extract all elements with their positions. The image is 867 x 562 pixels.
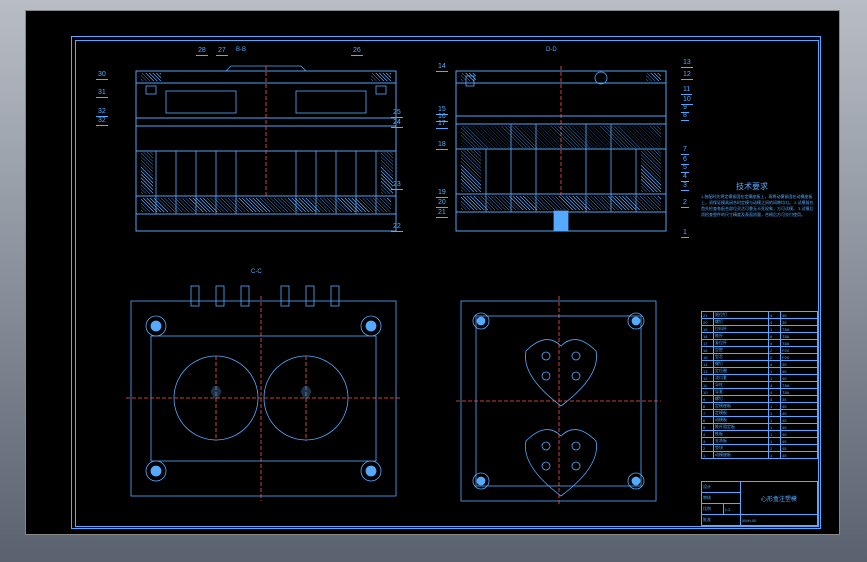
parts-row: 7定模板145	[702, 410, 818, 417]
tb-checker: 审核	[702, 493, 741, 504]
parts-list-table: 21限位钉44520螺钉43519拉料杆1T8A18推杆8T8A17复位杆4T8…	[701, 311, 818, 459]
balloon-27: 27	[216, 47, 228, 56]
balloon-5: 5	[681, 164, 689, 173]
balloon-11: 11	[681, 86, 692, 95]
parts-row: 17复位杆4T8A	[702, 340, 818, 347]
balloon-1: 1	[681, 229, 689, 238]
parts-row: 8定模座板145	[702, 403, 818, 410]
parts-row: 9螺钉435	[702, 396, 818, 403]
tb-drawing-name: 心形盒注塑模	[740, 482, 817, 515]
balloon-28: 28	[196, 47, 208, 56]
view-top-left	[106, 56, 406, 256]
title-block: 设计心形盒注塑模 审核 比例1:2 批准XMH-00	[701, 481, 818, 526]
cad-canvas: B-B	[25, 10, 840, 535]
balloon-21: 21	[436, 209, 448, 218]
inner-border: B-B	[75, 40, 819, 527]
section-label-d: D-D	[546, 47, 557, 53]
parts-row: 21限位钉445	[702, 312, 818, 319]
view-bottom-left	[106, 276, 416, 516]
balloon-17: 17	[436, 120, 448, 129]
balloon-23: 23	[391, 181, 403, 190]
view-bottom-right	[441, 276, 681, 516]
parts-row: 10导套4T8A	[702, 389, 818, 396]
balloon-7: 7	[681, 146, 689, 155]
balloon-20: 20	[436, 199, 448, 208]
parts-row: 18推杆8T8A	[702, 333, 818, 340]
tech-req-text: 1.装配时先将定模紧固在定模座板上，再将动模紧固在动模座板上，须保证模具闭合时定…	[701, 194, 816, 218]
balloon-12: 12	[681, 71, 693, 80]
section-label-c: C-C	[251, 269, 262, 275]
balloon-30: 31	[96, 89, 108, 98]
balloon-22: 22	[391, 223, 403, 232]
parts-row: 20螺钉435	[702, 319, 818, 326]
balloon-25: 25	[391, 109, 403, 118]
parts-row: 6动模板145	[702, 417, 818, 424]
balloon-19: 19	[436, 189, 448, 198]
parts-row: 16型腔2P20	[702, 347, 818, 354]
parts-row: 11导柱4T8A	[702, 382, 818, 389]
balloon-3: 3	[681, 182, 689, 191]
parts-row: 2垫块245	[702, 445, 818, 452]
section-label-b: B-B	[236, 47, 246, 53]
tb-designer: 设计	[702, 482, 741, 493]
drawing-frame: B-B	[71, 36, 821, 529]
parts-row: 13定位圈145	[702, 368, 818, 375]
balloon-13: 13	[681, 59, 693, 68]
tb-drawing-no: XMH-00	[740, 515, 817, 526]
balloon-29: 30	[96, 71, 108, 80]
parts-row: 3支承板145	[702, 438, 818, 445]
balloon-31: 32	[96, 108, 108, 117]
parts-row: 15型芯2P20	[702, 354, 818, 361]
parts-row: 14螺钉435	[702, 361, 818, 368]
tb-scale-label: 比例	[702, 504, 724, 515]
parts-row: 1动模座板145	[702, 452, 818, 459]
view-top-right	[436, 56, 686, 256]
balloon-26: 26	[351, 47, 363, 56]
tb-approver: 批准	[702, 515, 741, 526]
tech-req-title: 技术要求	[736, 181, 768, 192]
balloon-8: 8	[681, 112, 689, 121]
balloon-24: 24	[391, 119, 403, 128]
balloon-18: 18	[436, 141, 448, 150]
tb-scale: 1:2	[723, 504, 740, 515]
balloon-32: 32	[96, 117, 108, 126]
parts-row: 19拉料杆1T8A	[702, 326, 818, 333]
balloon-14: 14	[436, 63, 448, 72]
balloon-2: 2	[681, 199, 689, 208]
balloon-4: 4	[681, 173, 689, 182]
parts-row: 4推板145	[702, 431, 818, 438]
parts-row: 12浇口套145	[702, 375, 818, 382]
parts-row: 5推杆固定板145	[702, 424, 818, 431]
